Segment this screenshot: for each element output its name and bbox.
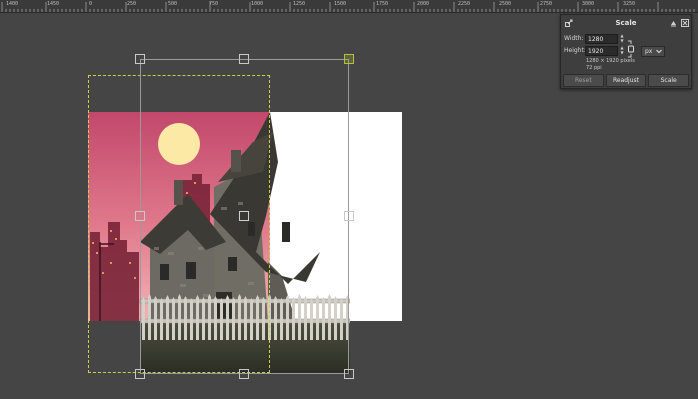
scale-dialog: Scale Width: 1280 ▲ ▼ Height: 1920 ▲ ▼ px … [560, 14, 692, 89]
dialog-header: Scale [561, 15, 691, 31]
width-input[interactable]: 1280 [585, 34, 618, 44]
ruler-label: 3000 [582, 1, 595, 7]
ruler-label: 2000 [417, 1, 430, 7]
ruler-label: 0 [89, 1, 93, 7]
ruler-label: 2750 [540, 1, 553, 7]
scale-handle-left[interactable] [135, 211, 145, 221]
ruler-label: 1750 [376, 1, 389, 7]
ruler-label: 2500 [499, 1, 512, 7]
ruler-label: 2250 [458, 1, 471, 7]
ruler-label: 3250 [623, 1, 636, 7]
ruler-label: 500 [168, 1, 178, 7]
height-label: Height: [564, 47, 586, 54]
scale-handle-top-left[interactable] [135, 54, 145, 64]
scale-handle-bottom[interactable] [239, 369, 249, 379]
layer-boundary [88, 75, 270, 373]
pin-icon[interactable] [670, 19, 677, 29]
reset-button[interactable]: Reset [563, 74, 604, 87]
resolution-info: 72 ppi [586, 65, 602, 71]
scale-handle-top-right[interactable] [344, 54, 354, 64]
height-spinner[interactable]: ▲ ▼ [619, 45, 625, 55]
close-icon[interactable] [681, 19, 689, 29]
ruler-label: 750 [209, 1, 219, 7]
ruler-label: 1000 [251, 1, 264, 7]
chevron-down-icon [656, 47, 662, 58]
scale-center-handle[interactable] [239, 211, 249, 221]
ruler-label: 1450 [47, 1, 60, 7]
unit-value: px [645, 48, 653, 55]
scale-handle-bottom-left[interactable] [135, 369, 145, 379]
ruler-label: 1400 [6, 1, 19, 7]
ruler-label: 250 [127, 1, 137, 7]
scale-button[interactable]: Scale [648, 74, 690, 87]
height-input[interactable]: 1920 [585, 46, 618, 56]
pixel-size-info: 1280 × 1920 pixels [586, 58, 635, 64]
width-spinner[interactable]: ▲ ▼ [619, 33, 625, 43]
scale-handle-top[interactable] [239, 54, 249, 64]
width-label: Width: [564, 35, 584, 42]
scale-handle-right[interactable] [344, 211, 354, 221]
scale-handle-bottom-right[interactable] [344, 369, 354, 379]
readjust-button[interactable]: Readjust [605, 74, 647, 87]
unit-select[interactable]: px [641, 46, 665, 57]
ruler-label: 1250 [293, 1, 306, 7]
horizontal-ruler[interactable]: 1400 1450 0 250 500 750 1000 1250 1500 1… [0, 0, 698, 13]
ruler-label: 1500 [334, 1, 347, 7]
chain-link-icon[interactable] [627, 39, 635, 59]
dialog-button-row: Reset Readjust Scale [563, 74, 690, 87]
